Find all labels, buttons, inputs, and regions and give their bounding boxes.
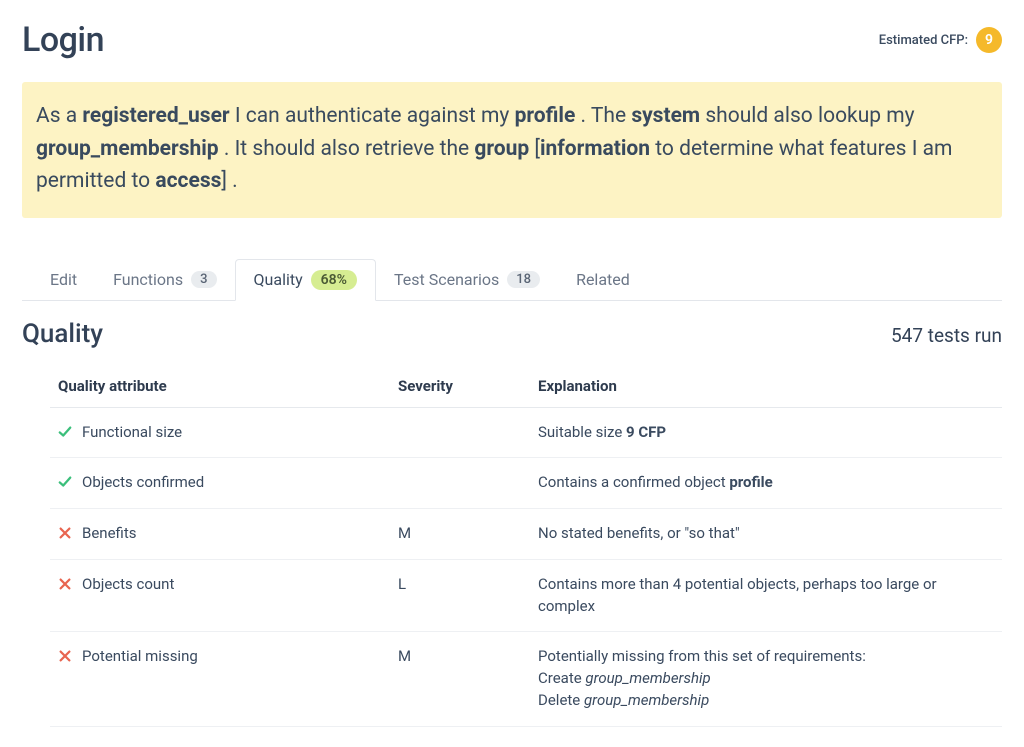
x-icon: [58, 577, 72, 591]
functions-count-badge: 3: [191, 271, 216, 288]
story-text: should also lookup my: [700, 104, 915, 128]
story-text: As a: [36, 104, 82, 128]
explanation-cell: No stated benefits, or "so that": [530, 509, 1002, 560]
story-text: [: [529, 137, 540, 161]
severity-cell: L: [390, 559, 530, 632]
check-icon: [58, 475, 72, 489]
x-icon: [58, 649, 72, 663]
story-keyword: system: [631, 104, 700, 128]
page-header: Login Estimated CFP: 9: [22, 20, 1002, 60]
severity-cell: [390, 407, 530, 458]
severity-cell: M: [390, 509, 530, 560]
explanation-cell: Contains more than 4 potential objects, …: [530, 559, 1002, 632]
quality-percent-badge: 68%: [311, 270, 357, 290]
attribute-label: Benefits: [82, 523, 137, 545]
tab-test-scenarios[interactable]: Test Scenarios 18: [376, 259, 558, 301]
table-row: Objects count LContains more than 4 poten…: [50, 559, 1002, 632]
severity-cell: M: [390, 632, 530, 726]
attribute-label: Objects confirmed: [82, 472, 204, 494]
tab-label: Edit: [50, 270, 77, 289]
table-row: Benefits MNo stated benefits, or "so that…: [50, 509, 1002, 560]
tab-quality[interactable]: Quality 68%: [235, 259, 376, 301]
attribute-label: Objects count: [82, 574, 174, 596]
explanation-cell: Contains a confirmed object profile: [530, 458, 1002, 509]
page-title: Login: [22, 20, 104, 60]
story-keyword: access: [155, 169, 221, 193]
tab-label: Functions: [113, 270, 183, 289]
tab-edit[interactable]: Edit: [32, 259, 95, 301]
col-severity: Severity: [390, 367, 530, 408]
table-row: Potential missing MPotentially missing fr…: [50, 632, 1002, 726]
cfp-badge: 9: [976, 27, 1002, 53]
story-text: ] .: [221, 169, 237, 193]
story-keyword: group_membership: [36, 137, 219, 161]
quality-section-header: Quality 547 tests run: [22, 319, 1002, 349]
story-text: . The: [575, 104, 631, 128]
story-keyword: group: [474, 137, 529, 161]
check-icon: [58, 425, 72, 439]
story-keyword: information: [540, 137, 650, 161]
table-header-row: Quality attribute Severity Explanation: [50, 367, 1002, 408]
explanation-cell: Potentially missing from this set of req…: [530, 632, 1002, 726]
tests-run-count: 547 tests run: [891, 324, 1002, 347]
col-attribute: Quality attribute: [50, 367, 390, 408]
col-explanation: Explanation: [530, 367, 1002, 408]
tabs-bar: Edit Functions 3 Quality 68% Test Scenar…: [22, 258, 1002, 301]
table-row: Objects confirmed Contains a confirmed ob…: [50, 458, 1002, 509]
severity-cell: [390, 458, 530, 509]
cfp-label: Estimated CFP:: [879, 33, 968, 48]
tab-label: Quality: [254, 270, 303, 289]
section-title: Quality: [22, 319, 103, 349]
cfp-indicator: Estimated CFP: 9: [879, 27, 1002, 53]
story-keyword: profile: [515, 104, 576, 128]
tab-label: Related: [576, 270, 630, 289]
quality-table: Quality attribute Severity Explanation F…: [50, 367, 1002, 727]
story-keyword: registered_user: [82, 104, 229, 128]
tab-related[interactable]: Related: [558, 259, 648, 301]
scenarios-count-badge: 18: [507, 271, 540, 288]
story-text: . It should also retrieve the: [219, 137, 475, 161]
user-story-box: As a registered_user I can authenticate …: [22, 82, 1002, 218]
tab-functions[interactable]: Functions 3: [95, 259, 234, 301]
tab-label: Test Scenarios: [394, 270, 499, 289]
x-icon: [58, 526, 72, 540]
attribute-label: Potential missing: [82, 646, 198, 668]
explanation-cell: Suitable size 9 CFP: [530, 407, 1002, 458]
table-row: Functional size Suitable size 9 CFP: [50, 407, 1002, 458]
story-text: I can authenticate against my: [230, 104, 515, 128]
attribute-label: Functional size: [82, 422, 182, 444]
